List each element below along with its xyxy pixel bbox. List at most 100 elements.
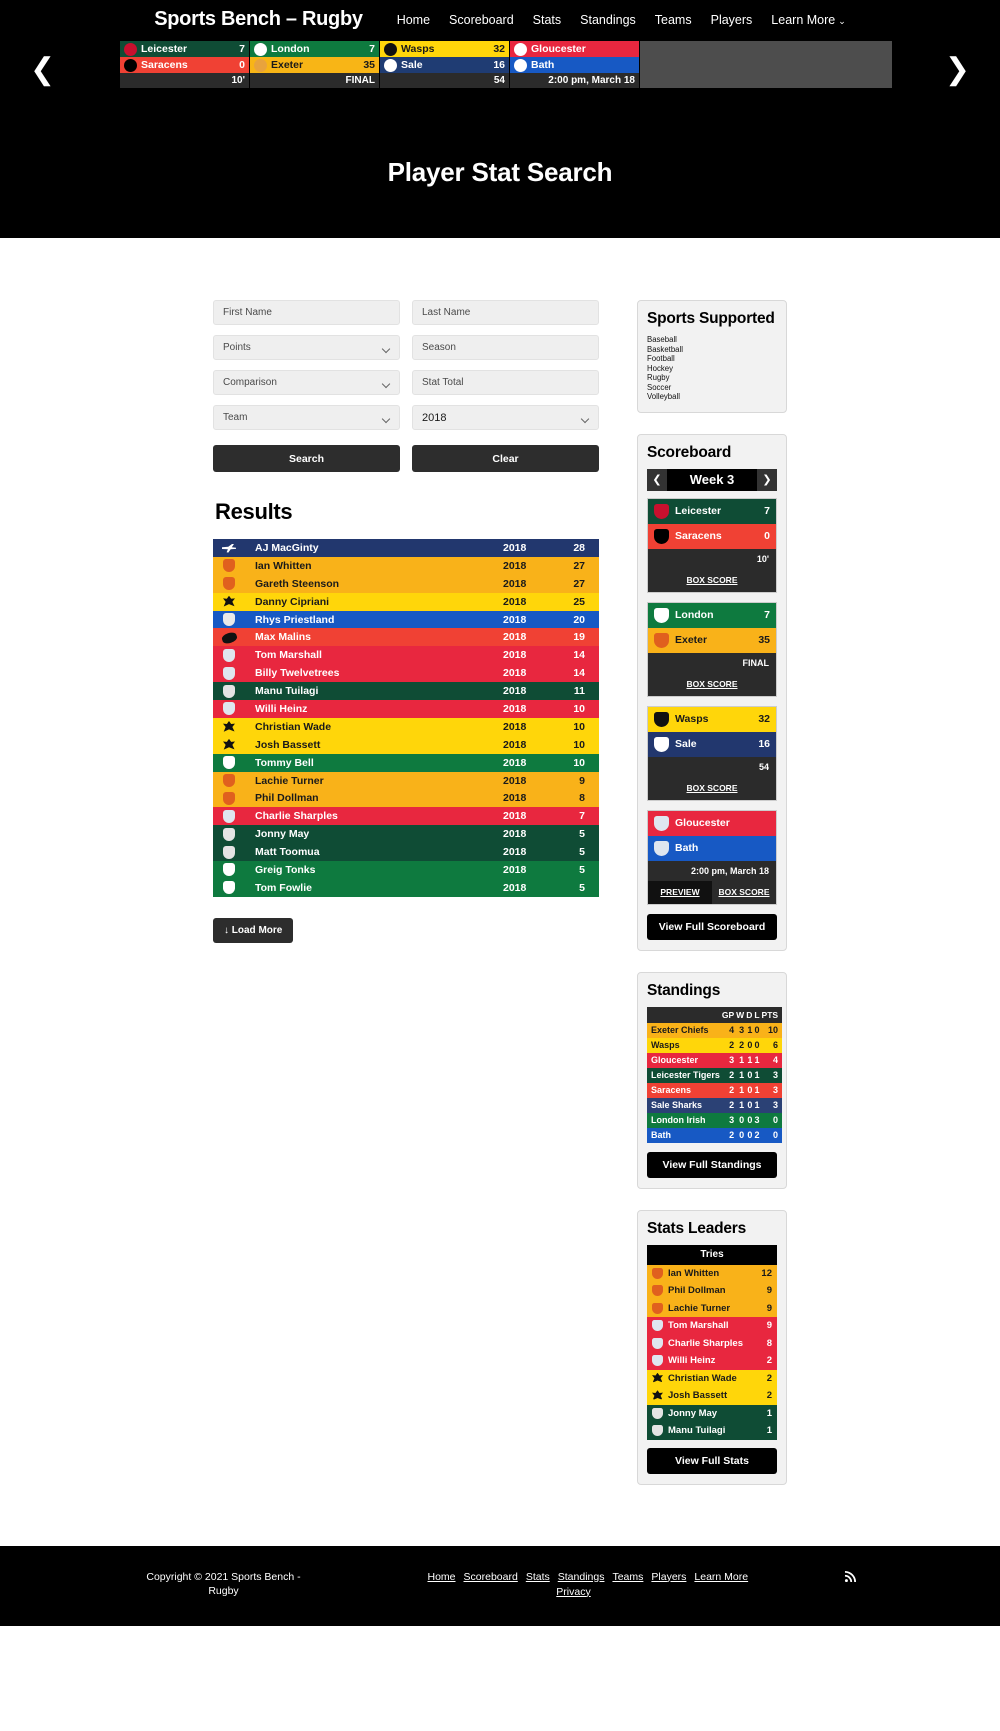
rss-icon[interactable] (844, 1570, 857, 1586)
stat-total-field[interactable]: Stat Total (412, 370, 599, 395)
table-row[interactable]: Rhys Priestland 2018 20 (213, 610, 599, 629)
standings-row[interactable]: Wasps 2 2 0 0 6 (647, 1037, 783, 1053)
table-row[interactable]: Billy Twelvetrees 2018 14 (213, 664, 599, 683)
standings-row[interactable]: London Irish 3 0 0 3 0 (647, 1112, 783, 1128)
load-more-button[interactable]: ↓ Load More (213, 917, 294, 943)
nav-item-standings[interactable]: Standings (580, 13, 636, 27)
stat-select[interactable]: Points (213, 335, 400, 360)
view-full-standings-button[interactable]: View Full Standings (647, 1151, 777, 1178)
list-item: Basketball (647, 344, 683, 354)
season-placeholder: Season (422, 342, 456, 353)
table-row[interactable]: Josh Bassett 2018 10 (213, 735, 599, 754)
ticker-next-arrow-icon[interactable]: ❯ (945, 55, 970, 85)
box-score-link[interactable]: BOX SCORE (648, 568, 776, 592)
ticker-prev-arrow-icon[interactable]: ❮ (30, 55, 55, 85)
nav-item-home[interactable]: Home (397, 13, 430, 27)
box-score-link[interactable]: BOX SCORE (712, 880, 776, 904)
table-row[interactable]: Jonny May 2018 5 (213, 825, 599, 844)
box-score-link[interactable]: BOX SCORE (648, 776, 776, 800)
standings-row[interactable]: Exeter Chiefs 4 3 1 0 10 (647, 1022, 783, 1038)
leader-row[interactable]: Lachie Turner 9 (647, 1299, 777, 1317)
leader-row[interactable]: Charlie Sharples 8 (647, 1334, 777, 1352)
first-name-field[interactable]: First Name (213, 300, 400, 325)
leader-row[interactable]: Josh Bassett 2 (647, 1387, 777, 1405)
standings-row[interactable]: Sale Sharks 2 1 0 1 3 (647, 1097, 783, 1113)
main-content: First Name Last Name Points Season Compa… (213, 300, 599, 943)
footer-link-players[interactable]: Players (651, 1571, 686, 1583)
list-item: Hockey (647, 363, 673, 373)
footer-link-teams[interactable]: Teams (612, 1571, 643, 1583)
footer-link-standings[interactable]: Standings (558, 1571, 605, 1583)
standings-row[interactable]: Bath 2 0 0 2 0 (647, 1127, 783, 1143)
game-away-row: Gloucester (648, 810, 776, 836)
ticker-game[interactable]: London 7 Exeter 35 FINAL (250, 41, 380, 88)
table-row[interactable]: AJ MacGinty 2018 28 (213, 539, 599, 557)
table-row[interactable]: Tommy Bell 2018 10 (213, 753, 599, 772)
leader-value: 9 (766, 1320, 772, 1332)
preview-link[interactable]: PREVIEW (648, 880, 712, 904)
nav-item-teams[interactable]: Teams (655, 13, 692, 27)
year-select[interactable]: 2018 (412, 405, 599, 430)
standings-team-name: Leicester Tigers (651, 1070, 720, 1080)
standings-pts: 3 (773, 1085, 779, 1095)
leader-value: 2 (766, 1372, 772, 1384)
view-full-stats-button[interactable]: View Full Stats (647, 1447, 777, 1474)
leader-row[interactable]: Christian Wade 2 (647, 1369, 777, 1387)
clear-button[interactable]: Clear (412, 445, 599, 472)
week-next-arrow-icon[interactable]: ❯ (757, 468, 777, 491)
team-select[interactable]: Team (213, 405, 400, 430)
table-row[interactable]: Tom Fowlie 2018 5 (213, 878, 599, 897)
week-navigation: ❮ Week 3 ❯ (647, 468, 777, 491)
ticker-game[interactable]: Gloucester Bath 2:00 pm, March 18 (510, 41, 640, 88)
leader-row[interactable]: Phil Dollman 9 (647, 1282, 777, 1300)
stat-total-placeholder: Stat Total (422, 377, 464, 388)
last-name-field[interactable]: Last Name (412, 300, 599, 325)
season-field[interactable]: Season (412, 335, 599, 360)
footer-link-scoreboard[interactable]: Scoreboard (464, 1571, 518, 1583)
footer-link-learn-more[interactable]: Learn More (694, 1571, 748, 1583)
leader-row[interactable]: Tom Marshall 9 (647, 1317, 777, 1335)
team-name: Sale (401, 59, 423, 71)
leader-row[interactable]: Ian Whitten 12 (647, 1264, 777, 1282)
footer-link-home[interactable]: Home (428, 1571, 456, 1583)
table-row[interactable]: Max Malins 2018 19 (213, 628, 599, 647)
row-team-logo (213, 664, 245, 682)
table-row[interactable]: Greig Tonks 2018 5 (213, 861, 599, 879)
week-prev-arrow-icon[interactable]: ❮ (647, 468, 667, 491)
table-row[interactable]: Christian Wade 2018 10 (213, 717, 599, 736)
standings-gp: 4 (729, 1025, 735, 1035)
footer-link-stats[interactable]: Stats (526, 1571, 550, 1583)
standings-pts: 4 (773, 1055, 779, 1065)
table-row[interactable]: Ian Whitten 2018 27 (213, 556, 599, 575)
table-row[interactable]: Lachie Turner 2018 9 (213, 771, 599, 790)
table-row[interactable]: Charlie Sharples 2018 7 (213, 807, 599, 826)
row-season: 2018 (503, 774, 527, 787)
comparison-select[interactable]: Comparison (213, 370, 400, 395)
nav-item-stats[interactable]: Stats (533, 13, 562, 27)
leader-row[interactable]: Jonny May 1 (647, 1404, 777, 1422)
table-row[interactable]: Matt Toomua 2018 5 (213, 843, 599, 862)
table-row[interactable]: Danny Cipriani 2018 25 (213, 592, 599, 611)
standings-row[interactable]: Leicester Tigers 2 1 0 1 3 (647, 1067, 783, 1083)
table-row[interactable]: Gareth Steenson 2018 27 (213, 574, 599, 593)
leader-row[interactable]: Willi Heinz 2 (647, 1352, 777, 1370)
view-full-scoreboard-button[interactable]: View Full Scoreboard (647, 913, 777, 940)
ticker-game[interactable]: Leicester 7 Saracens 0 10' (120, 41, 250, 88)
nav-item-scoreboard[interactable]: Scoreboard (449, 13, 514, 27)
table-row[interactable]: Phil Dollman 2018 8 (213, 789, 599, 808)
standings-pts: 6 (773, 1040, 779, 1050)
nav-item-players[interactable]: Players (711, 13, 753, 27)
standings-row[interactable]: Gloucester 3 1 1 1 4 (647, 1052, 783, 1068)
team-logo-icon (384, 42, 397, 56)
footer-link-privacy[interactable]: Privacy (556, 1586, 590, 1598)
search-button[interactable]: Search (213, 445, 400, 472)
standings-d: 0 (747, 1040, 753, 1050)
table-row[interactable]: Manu Tuilagi 2018 11 (213, 682, 599, 701)
standings-row[interactable]: Saracens 2 1 0 1 3 (647, 1082, 783, 1098)
nav-item-learn-more[interactable]: Learn More ⌄ (771, 13, 845, 27)
leader-row[interactable]: Manu Tuilagi 1 (647, 1422, 777, 1440)
table-row[interactable]: Willi Heinz 2018 10 (213, 700, 599, 718)
box-score-link[interactable]: BOX SCORE (648, 672, 776, 696)
ticker-game[interactable]: Wasps 32 Sale 16 54 (380, 41, 510, 88)
table-row[interactable]: Tom Marshall 2018 14 (213, 646, 599, 665)
